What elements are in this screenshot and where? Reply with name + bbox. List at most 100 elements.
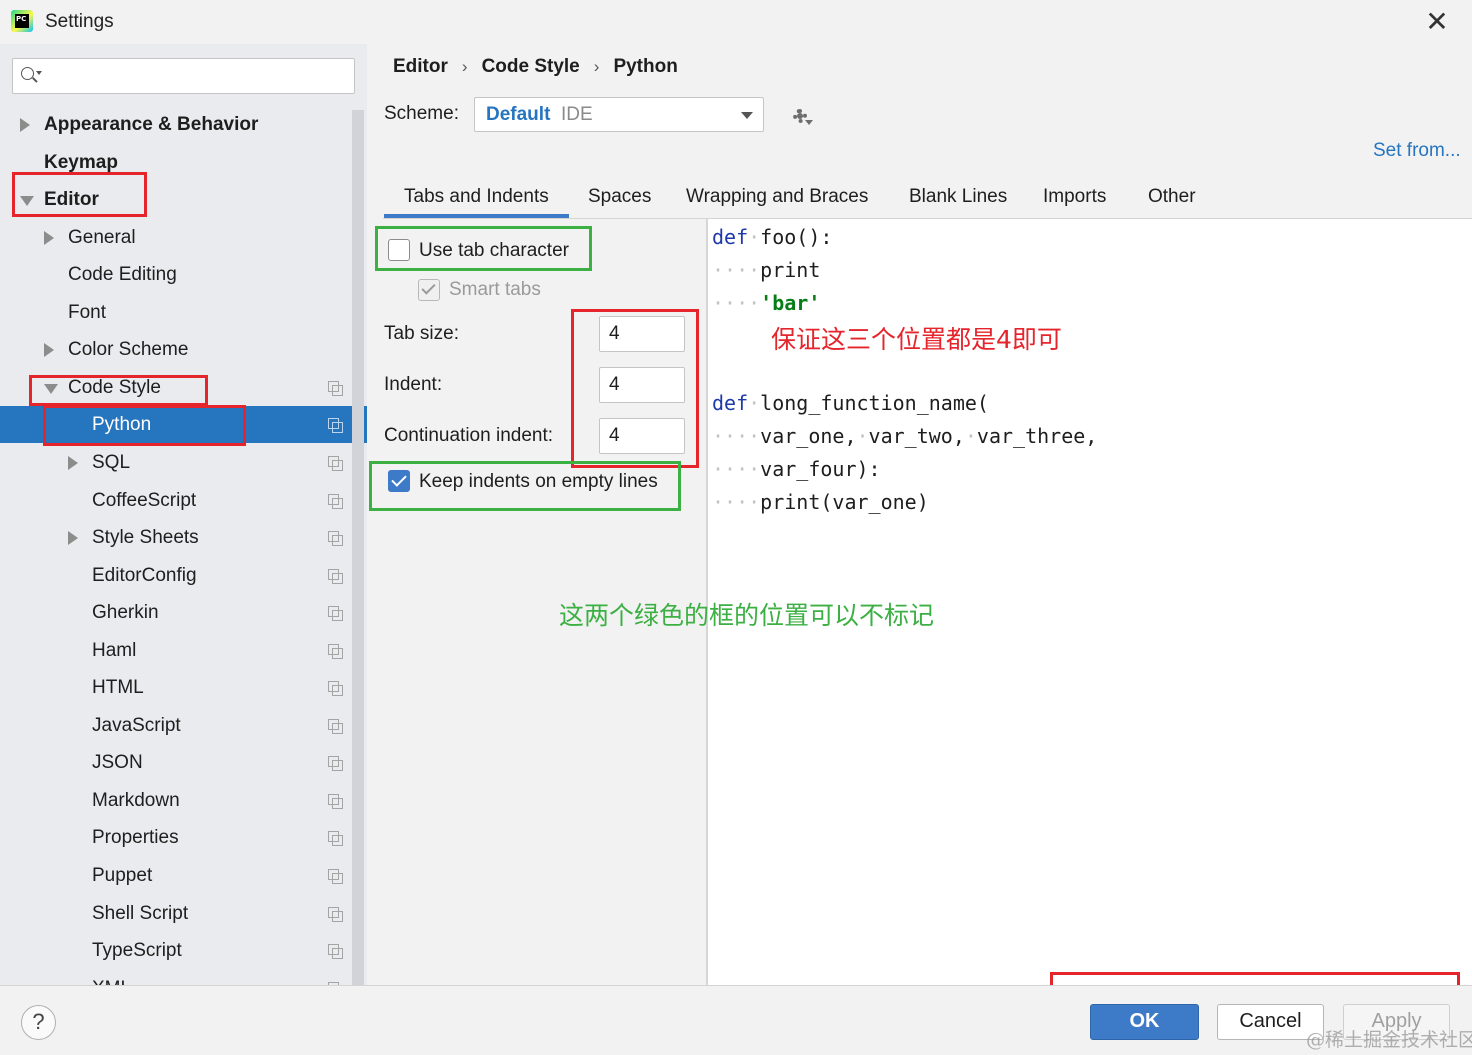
sidebar-item-json[interactable]: JSON (0, 744, 352, 781)
sidebar-scrollbar[interactable] (352, 110, 364, 985)
sidebar-item-label: General (68, 226, 136, 248)
sidebar-item-code-editing[interactable]: Code Editing (0, 256, 352, 293)
project-scope-icon (328, 831, 343, 847)
close-icon[interactable]: ✕ (1420, 6, 1454, 40)
sidebar-item-shell-script[interactable]: Shell Script (0, 895, 352, 932)
ok-button[interactable]: OK (1090, 1004, 1199, 1040)
help-icon[interactable]: ? (21, 1005, 56, 1040)
sidebar-item-label: EditorConfig (92, 564, 197, 586)
sidebar-item-appearance-behavior[interactable]: Appearance & Behavior (0, 106, 352, 143)
sidebar-item-label: Haml (92, 639, 137, 661)
collapsed-arrow-icon[interactable] (44, 230, 54, 245)
dialog-footer: ? OK Cancel Apply @稀土掘金技术社区 (0, 985, 1472, 1055)
sidebar-item-markdown[interactable]: Markdown (0, 782, 352, 819)
sidebar-item-editor[interactable]: Editor (0, 181, 352, 218)
smart-tabs-label: Smart tabs (449, 279, 541, 300)
smart-tabs-checkbox (418, 279, 440, 301)
sidebar-item-label: Color Scheme (68, 339, 189, 361)
window-title: Settings (45, 11, 114, 32)
scheme-dropdown[interactable]: Default IDE (474, 97, 764, 132)
sidebar-item-keymap[interactable]: Keymap (0, 144, 352, 181)
project-scope-icon (328, 455, 343, 471)
collapsed-arrow-icon[interactable] (44, 343, 54, 358)
code-whitespace-marker: ···· (712, 258, 761, 283)
code-whitespace-marker: · (964, 423, 977, 448)
code-token: var_two, (868, 423, 965, 448)
sidebar-item-label: Shell Script (92, 902, 189, 924)
sidebar-item-label: Appearance & Behavior (44, 114, 259, 135)
expanded-arrow-icon[interactable] (44, 383, 58, 394)
sidebar-item-label: Puppet (92, 865, 153, 886)
sidebar-item-javascript[interactable]: JavaScript (0, 707, 352, 744)
tab-blank-lines[interactable]: Blank Lines (889, 178, 1027, 218)
sidebar-item-gherkin[interactable]: Gherkin (0, 594, 352, 631)
scheme-label: Scheme: (384, 103, 459, 124)
code-token: var_four): (760, 456, 881, 481)
sidebar-item-label: HTML (92, 677, 144, 699)
code-whitespace-marker: ···· (712, 489, 761, 514)
project-scope-icon (328, 718, 343, 734)
chevron-down-icon (741, 112, 753, 119)
sidebar-item-python[interactable]: Python (0, 406, 367, 444)
code-line: ····var_four): (712, 453, 881, 486)
sidebar-item-puppet[interactable]: Puppet (0, 857, 352, 894)
scheme-name: Default (486, 104, 551, 125)
tab-tabs-and-indents[interactable]: Tabs and Indents (384, 178, 569, 218)
sidebar-item-editorconfig[interactable]: EditorConfig (0, 557, 352, 594)
project-scope-icon (328, 606, 343, 622)
keep-indents-checkbox[interactable] (388, 470, 410, 492)
code-whitespace-marker: · (748, 225, 761, 249)
sidebar-item-font[interactable]: Font (0, 294, 352, 331)
annotation-note-green: 这两个绿色的框的位置可以不标记 (559, 601, 935, 630)
sidebar-item-label: Gherkin (92, 602, 159, 624)
sidebar-item-label: JSON (92, 752, 143, 774)
code-line: ····'bar' (712, 287, 820, 320)
collapsed-arrow-icon[interactable] (20, 118, 30, 132)
code-token: long_function_name( (760, 390, 989, 415)
code-whitespace-marker: ···· (712, 423, 761, 448)
sidebar-item-general[interactable]: General (0, 219, 352, 256)
sidebar-item-label: Editor (44, 189, 99, 211)
tab-imports[interactable]: Imports (1023, 178, 1126, 218)
tab-wrapping-and-braces[interactable]: Wrapping and Braces (666, 178, 888, 218)
code-whitespace-marker: · (856, 423, 869, 448)
project-scope-icon (328, 756, 343, 772)
sidebar-item-typescript[interactable]: TypeScript (0, 932, 352, 969)
use-tab-character-label: Use tab character (419, 240, 569, 261)
keep-indents-label: Keep indents on empty lines (419, 471, 658, 492)
sidebar-item-label: Markdown (92, 789, 180, 811)
expanded-arrow-icon[interactable] (20, 196, 34, 207)
sidebar-item-label: Code Editing (68, 264, 177, 286)
gear-icon[interactable] (789, 105, 813, 127)
tab-spaces[interactable]: Spaces (568, 178, 671, 218)
collapsed-arrow-icon[interactable] (68, 455, 78, 470)
use-tab-character-checkbox[interactable] (388, 239, 410, 261)
code-token: var_three, (976, 423, 1098, 448)
search-input[interactable] (12, 58, 355, 94)
code-whitespace-marker: · (748, 390, 761, 415)
sidebar-item-label: Properties (92, 827, 179, 849)
project-scope-icon (328, 493, 343, 509)
sidebar-item-label: CoffeeScript (92, 489, 197, 511)
collapsed-arrow-icon[interactable] (68, 531, 78, 546)
set-from-link[interactable]: Set from... (1373, 140, 1461, 162)
sidebar-item-label: TypeScript (92, 940, 182, 962)
scheme-type: IDE (561, 104, 593, 125)
sidebar-item-label: Style Sheets (92, 527, 199, 549)
sidebar-item-sql[interactable]: SQL (0, 444, 352, 481)
tab-size-field[interactable] (599, 316, 685, 352)
sidebar-item-html[interactable]: HTML (0, 669, 352, 706)
sidebar-item-haml[interactable]: Haml (0, 632, 352, 669)
indent-field[interactable] (599, 367, 685, 403)
project-scope-icon (328, 793, 343, 809)
sidebar-item-xml[interactable]: XML (0, 970, 352, 985)
sidebar-item-color-scheme[interactable]: Color Scheme (0, 331, 352, 368)
sidebar-item-coffeescript[interactable]: CoffeeScript (0, 482, 352, 519)
continuation-indent-field[interactable] (599, 418, 685, 454)
tab-other[interactable]: Other (1128, 178, 1216, 218)
sidebar-item-label: Font (68, 301, 107, 323)
sidebar-item-label: Keymap (44, 151, 118, 173)
sidebar-item-properties[interactable]: Properties (0, 819, 352, 856)
sidebar-item-style-sheets[interactable]: Style Sheets (0, 519, 352, 556)
sidebar-item-code-style[interactable]: Code Style (0, 369, 352, 406)
